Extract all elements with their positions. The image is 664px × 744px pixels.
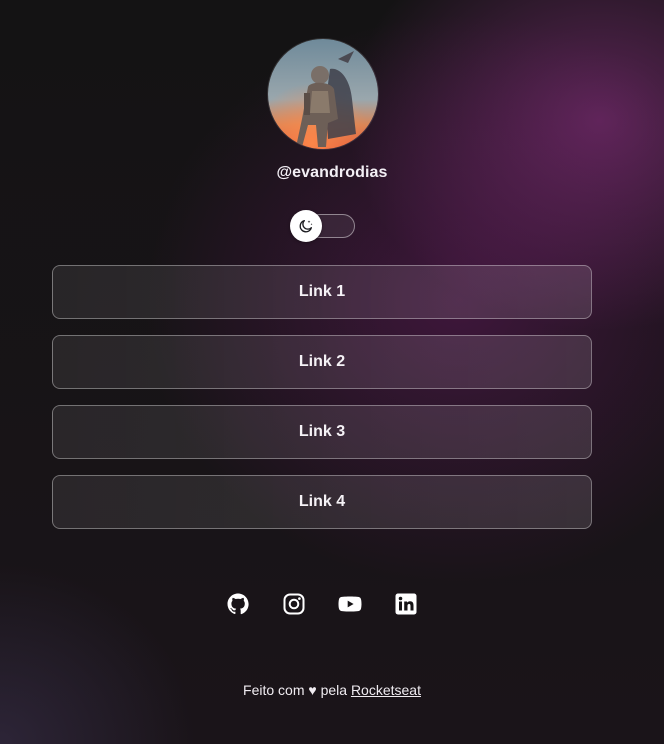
linkedin-icon: [395, 593, 417, 615]
youtube-link[interactable]: [338, 592, 362, 616]
link-button-4[interactable]: Link 4: [52, 475, 592, 529]
profile-handle: @evandrodias: [276, 164, 388, 181]
footer-prefix: Feito com: [243, 682, 305, 698]
link-button-3[interactable]: Link 3: [52, 405, 592, 459]
avatar-image: [268, 39, 378, 149]
link-button-2[interactable]: Link 2: [52, 335, 592, 389]
github-icon: [227, 593, 249, 615]
links-list: Link 1 Link 2 Link 3 Link 4: [52, 265, 592, 545]
github-link[interactable]: [226, 592, 250, 616]
link-button-1[interactable]: Link 1: [52, 265, 592, 319]
instagram-icon: [283, 593, 305, 615]
page: @evandrodias Link 1 Link 2 Link 3 Link 4: [0, 0, 664, 744]
youtube-icon: [338, 596, 362, 612]
social-links: [0, 592, 664, 618]
heart-icon: ♥: [308, 682, 317, 698]
theme-toggle-knob[interactable]: [290, 210, 322, 242]
footer-middle: pela: [320, 682, 348, 698]
linkedin-link[interactable]: [394, 592, 418, 616]
footer: Feito com ♥ pela Rocketseat: [0, 682, 664, 698]
theme-toggle[interactable]: [290, 210, 355, 242]
profile-avatar: [268, 39, 378, 149]
rocketseat-link[interactable]: Rocketseat: [351, 682, 421, 698]
instagram-link[interactable]: [282, 592, 306, 616]
moon-icon: [299, 220, 313, 233]
